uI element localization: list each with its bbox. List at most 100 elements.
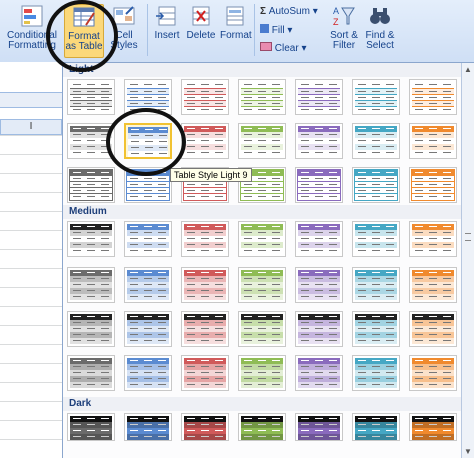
thumbnail-cell-text	[158, 238, 166, 239]
table-style-thumbnail[interactable]	[238, 311, 286, 347]
table-style-thumbnail[interactable]	[352, 413, 400, 441]
column-header-i[interactable]: I	[0, 119, 62, 135]
thumbnail-cell-text	[201, 322, 209, 323]
table-style-thumbnail[interactable]	[295, 123, 343, 159]
thumbnail-cell-text	[315, 360, 323, 361]
thumbnail-cell-text	[443, 296, 451, 297]
thumbnail-cell-text	[73, 360, 81, 361]
thumbnail-cell-text	[443, 384, 451, 385]
table-style-thumbnail[interactable]	[238, 355, 286, 391]
table-style-thumbnail[interactable]	[67, 413, 115, 441]
thumbnail-cell-text	[73, 316, 81, 317]
table-style-thumbnail[interactable]	[409, 79, 457, 115]
table-style-thumbnail[interactable]	[67, 79, 115, 115]
table-style-thumbnail[interactable]	[238, 221, 286, 257]
thumbnail-cell-text	[73, 340, 81, 341]
scroll-down-arrow[interactable]: ▼	[464, 447, 472, 456]
thumbnail-cell-text	[386, 172, 394, 173]
table-style-thumbnail[interactable]	[352, 221, 400, 257]
table-style-thumbnail[interactable]	[238, 413, 286, 441]
table-style-thumbnail[interactable]	[181, 311, 229, 347]
table-style-thumbnail[interactable]	[181, 355, 229, 391]
table-style-thumbnail[interactable]	[352, 311, 400, 347]
thumbnail-cell-text	[158, 284, 166, 285]
table-style-thumbnail[interactable]	[352, 355, 400, 391]
table-style-thumbnail[interactable]	[295, 167, 343, 203]
table-style-thumbnail[interactable]	[238, 79, 286, 115]
table-style-thumbnail[interactable]	[181, 221, 229, 257]
table-style-thumbnail[interactable]	[67, 221, 115, 257]
thumbnail-cell-text	[429, 97, 437, 98]
table-style-thumbnail[interactable]	[124, 355, 172, 391]
thumbnail-cell-text	[372, 272, 380, 273]
table-style-thumbnail[interactable]	[124, 311, 172, 347]
table-style-thumbnail[interactable]	[409, 355, 457, 391]
table-style-thumbnail[interactable]	[295, 79, 343, 115]
clear-button[interactable]: Clear ▾	[260, 42, 307, 55]
find-select-button[interactable]: Find & Select	[362, 4, 398, 51]
table-style-thumbnail[interactable]	[409, 167, 457, 203]
thumbnail-cell-text	[386, 272, 394, 273]
table-style-thumbnail[interactable]	[295, 267, 343, 303]
table-style-thumbnail[interactable]	[124, 267, 172, 303]
sort-filter-button[interactable]: AZ Sort & Filter	[326, 4, 362, 51]
thumbnail-cell-text	[443, 360, 451, 361]
table-style-thumbnail[interactable]	[67, 311, 115, 347]
table-style-thumbnail[interactable]	[409, 221, 457, 257]
thumbnail-cell-text	[130, 322, 138, 323]
thumbnail-cell-text	[358, 430, 366, 431]
thumbnail-row	[412, 248, 454, 254]
thumbnail-cell-text	[73, 366, 81, 367]
delete-button[interactable]: Delete	[186, 4, 216, 41]
thumbnail-cell-text	[87, 140, 95, 141]
table-style-thumbnail[interactable]	[67, 355, 115, 391]
table-style-thumbnail[interactable]	[181, 267, 229, 303]
thumbnail-cell-text	[144, 424, 152, 425]
table-style-thumbnail[interactable]	[295, 413, 343, 441]
table-style-thumbnail[interactable]	[352, 267, 400, 303]
table-style-thumbnail[interactable]	[295, 355, 343, 391]
thumbnail-cell-text	[215, 238, 223, 239]
table-style-thumbnail[interactable]	[352, 79, 400, 115]
table-style-thumbnail[interactable]	[409, 413, 457, 441]
table-style-thumbnail[interactable]	[181, 79, 229, 115]
table-style-thumbnail[interactable]	[181, 413, 229, 441]
insert-button[interactable]: Insert	[152, 4, 182, 41]
table-style-thumbnail[interactable]	[295, 221, 343, 257]
autosum-button[interactable]: Σ AutoSum ▾	[260, 6, 318, 18]
thumbnail-cell-text	[144, 384, 152, 385]
table-style-thumbnail[interactable]	[124, 413, 172, 441]
table-style-thumbnail[interactable]	[238, 123, 286, 159]
table-style-thumbnail[interactable]	[67, 167, 115, 203]
thumbnail-cell-text	[215, 340, 223, 341]
scroll-up-arrow[interactable]: ▲	[464, 65, 472, 74]
thumbnail-cell-text	[130, 103, 138, 104]
table-style-thumbnail[interactable]	[409, 267, 457, 303]
thumbnail-cell-text	[272, 436, 280, 437]
table-style-thumbnail[interactable]	[124, 221, 172, 257]
table-style-thumbnail[interactable]	[238, 267, 286, 303]
table-style-thumbnail[interactable]	[352, 123, 400, 159]
thumbnail-row	[241, 434, 283, 440]
thumbnail-cell-text	[315, 91, 323, 92]
table-style-thumbnail[interactable]	[409, 123, 457, 159]
thumbnail-cell-text	[315, 340, 323, 341]
format-button[interactable]: Format	[220, 4, 252, 41]
thumbnail-cell-text	[73, 418, 81, 419]
thumbnail-cell-text	[443, 334, 451, 335]
table-style-thumbnail[interactable]	[67, 267, 115, 303]
thumbnail-cell-text	[372, 340, 380, 341]
table-style-thumbnail[interactable]	[295, 311, 343, 347]
thumbnail-cell-text	[158, 418, 166, 419]
table-style-thumbnail[interactable]	[409, 311, 457, 347]
gallery-scrollbar[interactable]: ▲ ▼	[461, 63, 474, 458]
table-style-thumbnail[interactable]	[181, 123, 229, 159]
thumbnail-cell-text	[101, 316, 109, 317]
thumbnail-cell-text	[358, 244, 366, 245]
table-style-thumbnail[interactable]	[352, 167, 400, 203]
scroll-grip[interactable]	[465, 233, 471, 241]
thumbnail-cell-text	[429, 190, 437, 191]
fill-button[interactable]: Fill ▾	[260, 24, 292, 37]
thumbnail-cell-text	[101, 328, 109, 329]
thumbnail-cell-text	[386, 372, 394, 373]
